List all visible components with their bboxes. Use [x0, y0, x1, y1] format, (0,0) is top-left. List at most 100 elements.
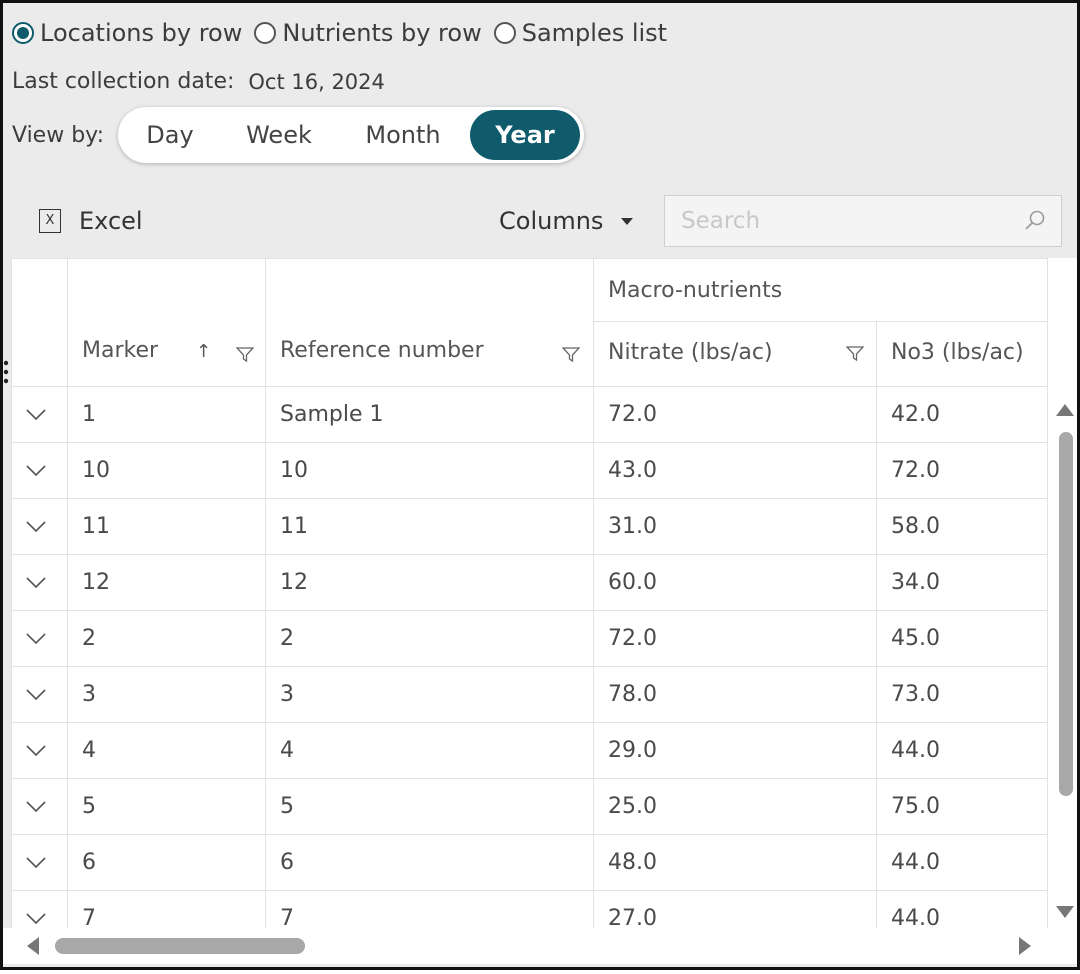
scroll-left-icon[interactable] [25, 935, 41, 957]
cell-no3: 72.0 [876, 442, 1048, 499]
last-collection: Last collection date: Oct 16, 2024 [12, 69, 385, 94]
radio-button[interactable] [493, 22, 516, 44]
expand-column-header [11, 258, 68, 387]
cell-no3: 73.0 [876, 666, 1048, 723]
vertical-scroll-thumb[interactable] [1059, 432, 1073, 796]
cell-marker: 6 [67, 834, 266, 891]
column-header-label: Reference number [280, 338, 484, 363]
filter-icon[interactable] [236, 347, 254, 363]
column-header-nitrate[interactable]: Nitrate (lbs/ac) [593, 321, 877, 387]
chevron-down-icon[interactable] [26, 520, 46, 533]
expand-row-cell[interactable] [11, 834, 68, 891]
cell-no3: 34.0 [876, 554, 1048, 611]
radio-nutrients-by-row[interactable]: Nutrients by row [254, 19, 482, 47]
cell-no3: 45.0 [876, 610, 1048, 667]
grid-toolbar: X Excel Columns [3, 193, 1077, 255]
excel-export-icon: X [39, 209, 61, 233]
table-row[interactable]: 1 Sample 1 72.0 42.0 [11, 386, 1048, 443]
radio-label: Nutrients by row [282, 19, 482, 47]
chevron-down-icon[interactable] [26, 632, 46, 645]
cell-no3: 44.0 [876, 834, 1048, 891]
radio-samples-list[interactable]: Samples list [493, 19, 668, 47]
samples-panel: Locations by row Nutrients by row Sample… [0, 0, 1080, 970]
horizontal-scroll-thumb[interactable] [55, 938, 305, 954]
scroll-down-icon[interactable] [1054, 904, 1076, 920]
table-row[interactable]: 11 11 31.0 58.0 [11, 498, 1048, 555]
view-by-week[interactable]: Week [222, 110, 336, 160]
view-by-month[interactable]: Month [336, 110, 470, 160]
expand-row-cell[interactable] [11, 666, 68, 723]
table-row[interactable]: 10 10 43.0 72.0 [11, 442, 1048, 499]
filter-icon[interactable] [846, 346, 864, 362]
expand-row-cell[interactable] [11, 890, 68, 928]
horizontal-scrollbar[interactable] [3, 928, 1077, 964]
excel-label: Excel [79, 207, 143, 235]
cell-marker: 10 [67, 442, 266, 499]
column-header-reference[interactable]: Reference number [265, 258, 594, 387]
column-group-header: Macro-nutrients [593, 258, 1048, 322]
radio-button[interactable] [254, 22, 277, 44]
scroll-up-icon[interactable] [1054, 402, 1076, 418]
column-header-label: Marker [82, 338, 159, 363]
cell-marker: 5 [67, 778, 266, 835]
cell-reference: 12 [265, 554, 594, 611]
view-by: View by: Day Week Month Year [12, 107, 584, 163]
cell-marker: 3 [67, 666, 266, 723]
cell-reference: 5 [265, 778, 594, 835]
layout-radio-group: Locations by row Nutrients by row Sample… [12, 17, 679, 49]
expand-row-cell[interactable] [11, 554, 68, 611]
cell-marker: 1 [67, 386, 266, 443]
view-by-year[interactable]: Year [470, 110, 580, 160]
column-header-no3[interactable]: No3 (lbs/ac) [876, 321, 1048, 387]
cell-no3: 58.0 [876, 498, 1048, 555]
cell-reference: 4 [265, 722, 594, 779]
chevron-down-icon[interactable] [26, 912, 46, 925]
cell-nitrate: 72.0 [593, 386, 877, 443]
table-row[interactable]: 4 4 29.0 44.0 [11, 722, 1048, 779]
radio-locations-by-row[interactable]: Locations by row [12, 19, 242, 47]
search-icon[interactable] [1023, 209, 1047, 233]
radio-button-checked[interactable] [12, 22, 34, 44]
view-by-day[interactable]: Day [118, 110, 222, 160]
cell-reference: 11 [265, 498, 594, 555]
filter-icon[interactable] [562, 347, 580, 363]
table-row[interactable]: 6 6 48.0 44.0 [11, 834, 1048, 891]
view-by-label: View by: [12, 122, 104, 148]
radio-label: Locations by row [40, 19, 243, 47]
search-box [664, 195, 1062, 247]
chevron-down-icon[interactable] [26, 744, 46, 757]
cell-nitrate: 29.0 [593, 722, 877, 779]
columns-dropdown[interactable]: Columns [499, 207, 634, 235]
table-row[interactable]: 2 2 72.0 45.0 [11, 610, 1048, 667]
cell-no3: 44.0 [876, 890, 1048, 928]
expand-row-cell[interactable] [11, 610, 68, 667]
search-input[interactable] [665, 196, 1011, 246]
column-header-marker[interactable]: Marker ↑ [67, 258, 266, 387]
chevron-down-icon[interactable] [26, 856, 46, 869]
chevron-down-icon[interactable] [26, 464, 46, 477]
table-row[interactable]: 3 3 78.0 73.0 [11, 666, 1048, 723]
cell-reference: 3 [265, 666, 594, 723]
table-row[interactable]: 12 12 60.0 34.0 [11, 554, 1048, 611]
caret-down-icon [621, 217, 634, 225]
chevron-down-icon[interactable] [26, 576, 46, 589]
chevron-down-icon[interactable] [26, 688, 46, 701]
chevron-down-icon[interactable] [26, 408, 46, 421]
vertical-scrollbar[interactable] [1050, 386, 1074, 926]
expand-row-cell[interactable] [11, 778, 68, 835]
expand-row-cell[interactable] [11, 442, 68, 499]
excel-export-button[interactable]: X Excel [39, 207, 143, 235]
sort-ascending-icon[interactable]: ↑ [196, 341, 211, 362]
column-header-label: No3 (lbs/ac) [891, 339, 1024, 365]
scroll-right-icon[interactable] [1017, 935, 1033, 957]
expand-row-cell[interactable] [11, 722, 68, 779]
cell-marker: 12 [67, 554, 266, 611]
table-row[interactable]: 5 5 25.0 75.0 [11, 778, 1048, 835]
radio-label: Samples list [521, 19, 668, 47]
cell-nitrate: 25.0 [593, 778, 877, 835]
expand-row-cell[interactable] [11, 386, 68, 443]
expand-row-cell[interactable] [11, 498, 68, 555]
chevron-down-icon[interactable] [26, 800, 46, 813]
resize-grip-icon[interactable] [3, 359, 9, 389]
table-row[interactable]: 7 7 27.0 44.0 [11, 890, 1048, 928]
